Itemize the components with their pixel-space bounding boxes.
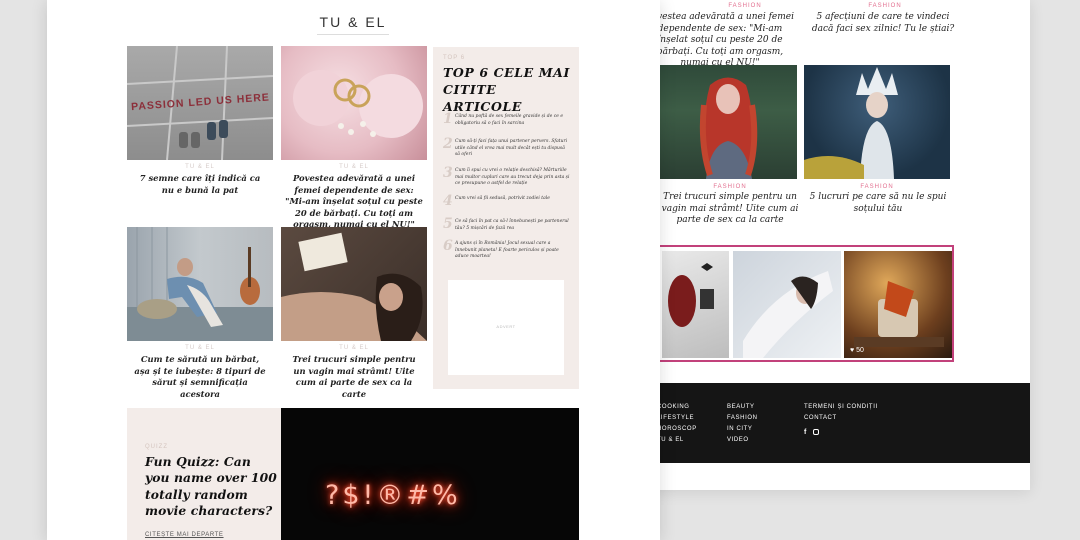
- top6-item-text: Cum vrei să fii sedusă, potrivit zodiei …: [455, 196, 550, 201]
- article-category: TU & EL: [339, 164, 369, 170]
- article-image-passion[interactable]: PASSION LED US HERE: [127, 46, 273, 160]
- footer-nav-col-2: BEAUTY FASHION IN CITY VIDEO: [727, 402, 758, 446]
- article-title-link[interactable]: 5 lucruri pe care să nu le spui soțului …: [808, 192, 948, 215]
- article-category: FASHION: [728, 3, 762, 9]
- top6-item[interactable]: 1 Când nu poftă de sex femeile gravide ș…: [443, 111, 573, 139]
- footer-link[interactable]: HOROSCOP: [657, 424, 697, 435]
- site-footer: COOKING LIFESTYLE HOROSCOP TU & EL BEAUT…: [620, 383, 1030, 463]
- gallery-image-3[interactable]: ♥ 50: [844, 251, 952, 358]
- article-image-woman[interactable]: [281, 227, 427, 341]
- gallery-image-2[interactable]: [733, 251, 841, 358]
- article-title-link[interactable]: Trei trucuri simple pentru un vagin mai …: [660, 192, 800, 227]
- quiz-title[interactable]: Fun Quizz: Can you name over 100 totally…: [145, 454, 279, 520]
- advertisement-slot[interactable]: ADVERT: [448, 280, 564, 375]
- redhead-photo: [699, 77, 758, 179]
- rank-number: 2: [443, 136, 453, 152]
- widget-heading: TOP 6 CELE MAI CITITE ARTICOLE: [443, 65, 570, 114]
- read-more-link[interactable]: CITEȘTE MAI DEPARTE: [145, 532, 224, 538]
- footer-nav-col-3: TERMENI ȘI CONDIȚII CONTACT f: [804, 402, 878, 439]
- article-category: TU & EL: [339, 345, 369, 351]
- footer-link[interactable]: IN CITY: [727, 424, 758, 435]
- facebook-icon[interactable]: f: [804, 429, 807, 436]
- back-page-sheet: FASHION Povestea adevărată a unei femei …: [620, 0, 1030, 490]
- article-image-redhead[interactable]: [660, 65, 797, 179]
- top6-item-text: Când nu poftă de sex femeile gravide și …: [455, 114, 563, 126]
- rank-number: 3: [443, 165, 453, 181]
- woman-photo: [281, 232, 427, 341]
- heart-icon: ♥: [850, 347, 855, 354]
- top6-item-text: A ajuns și în România! Jocul sexual care…: [455, 241, 559, 259]
- article-image-couple[interactable]: [127, 227, 273, 341]
- gallery-strip: ♥ 50: [620, 245, 954, 362]
- top6-item[interactable]: 2 Cum să-ți faci fața unui partener perv…: [443, 136, 573, 164]
- article-title-link[interactable]: 5 afecțiuni de care te vindeci dacă faci…: [808, 12, 958, 35]
- footer-link[interactable]: LIFESTYLE: [657, 413, 697, 424]
- rings-photo: [293, 70, 423, 138]
- section-title: TU & EL: [319, 14, 387, 30]
- rank-number: 1: [443, 111, 453, 127]
- instagram-icon[interactable]: [813, 429, 820, 436]
- article-category: TU & EL: [185, 164, 215, 170]
- top6-widget: TOP 6 TOP 6 CELE MAI CITITE ARTICOLE 1 C…: [433, 47, 579, 389]
- footer-link[interactable]: TU & EL: [657, 435, 697, 446]
- footer-link[interactable]: TERMENI ȘI CONDIȚII: [804, 402, 878, 413]
- like-indicator[interactable]: ♥ 50: [850, 347, 864, 354]
- article-title-link[interactable]: Trei trucuri simple pentru un vagin mai …: [287, 354, 421, 400]
- article-category: TU & EL: [185, 345, 215, 351]
- widget-category: TOP 6: [443, 55, 466, 61]
- footer-link[interactable]: COOKING: [657, 402, 697, 413]
- article-title-link[interactable]: Povestea adevărată a unei femei dependen…: [283, 173, 425, 231]
- gallery-image-1[interactable]: [662, 251, 729, 358]
- top6-item-text: Cum să-ți faci fața unui partener perver…: [455, 139, 568, 157]
- article-category: FASHION: [713, 184, 747, 190]
- quiz-card: QUIZZ Fun Quizz: Can you name over 100 t…: [127, 408, 282, 540]
- rank-number: 6: [443, 238, 453, 254]
- top6-item[interactable]: 3 Cum îi spui cu vrei o relație deschisă…: [443, 165, 573, 193]
- neon-sign-text: ?$!®#%: [325, 480, 461, 511]
- quiz-category: QUIZZ: [145, 444, 168, 450]
- article-image-rings[interactable]: [281, 46, 427, 160]
- top6-item-text: Ce să faci în pat ca să-l înnebunești pe…: [455, 219, 569, 231]
- top6-item[interactable]: 6 A ajuns și în România! Jocul sexual ca…: [443, 238, 573, 266]
- footer-link[interactable]: FASHION: [727, 413, 758, 424]
- article-title-link[interactable]: 7 semne care îți indică ca nu e bună la …: [133, 173, 267, 196]
- rank-number: 4: [443, 193, 453, 209]
- section-divider: [317, 34, 389, 35]
- article-category: FASHION: [860, 184, 894, 190]
- footer-nav-col-1: COOKING LIFESTYLE HOROSCOP TU & EL: [657, 402, 697, 446]
- footer-link[interactable]: VIDEO: [727, 435, 758, 446]
- footer-link[interactable]: BEAUTY: [727, 402, 758, 413]
- rank-number: 5: [443, 216, 453, 232]
- footer-link[interactable]: CONTACT: [804, 413, 878, 424]
- front-page-sheet: TU & EL PASSION LED US HERE TU & EL 7 se…: [47, 0, 660, 540]
- article-category: FASHION: [868, 3, 902, 9]
- couple-photo: [127, 227, 273, 341]
- article-title-link[interactable]: Cum te sărută un bărbat, așa și te iubeș…: [133, 354, 267, 400]
- quiz-neon-image[interactable]: ?$!®#%: [281, 408, 579, 540]
- top6-item-text: Cum îi spui cu vrei o relație deschisă? …: [455, 168, 570, 186]
- crown-photo: [804, 67, 898, 179]
- ad-label: ADVERT: [496, 324, 516, 329]
- article-image-crown[interactable]: [804, 65, 950, 179]
- article-title-link[interactable]: Povestea adevărată a unei femei dependen…: [645, 12, 795, 70]
